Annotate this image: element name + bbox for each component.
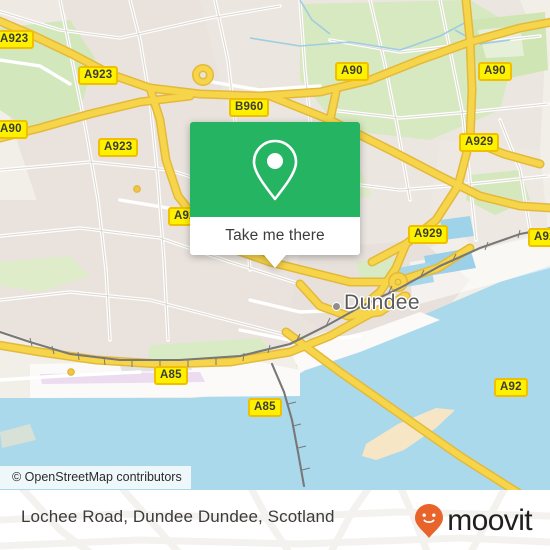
osm-attribution[interactable]: © OpenStreetMap contributors <box>0 466 191 489</box>
road-shield-a923-nw: A923 <box>0 30 35 49</box>
road-shield-a92-east: A92 <box>528 228 550 247</box>
place-title: Lochee Road, Dundee Dundee, Scotland <box>21 507 335 526</box>
road-shield-a92-bridge: A92 <box>494 378 528 397</box>
city-label-dundee: Dundee <box>344 291 420 314</box>
take-me-there-label: Take me there <box>225 227 325 244</box>
callout-pointer-tail <box>264 255 286 268</box>
moovit-pin-icon <box>415 504 444 538</box>
callout-icon-area <box>190 122 360 217</box>
road-shield-a923-mid: A923 <box>98 138 139 157</box>
moovit-logo[interactable]: moovit <box>414 503 533 539</box>
road-shield-a90-north: A90 <box>335 62 369 81</box>
moovit-wordmark: moovit <box>447 504 532 537</box>
road-shield-a85-west: A85 <box>154 366 188 385</box>
city-marker-dot <box>332 302 341 311</box>
road-shield-a929-city: A929 <box>408 225 449 244</box>
location-callout-card[interactable]: Take me there <box>190 122 360 268</box>
map-canvas[interactable]: A923 A923 A923 A90 A90 A90 B960 A929 A92… <box>0 0 550 490</box>
take-me-there-button[interactable]: Take me there <box>190 217 360 255</box>
road-shield-a923-top: A923 <box>78 66 119 85</box>
road-shield-b960: B960 <box>229 98 270 117</box>
road-shield-a90-ne: A90 <box>478 62 512 81</box>
map-page: A923 A923 A923 A90 A90 A90 B960 A929 A92… <box>0 0 550 550</box>
road-shield-a90-west: A90 <box>0 120 28 139</box>
road-shield-a85-east: A85 <box>248 398 282 417</box>
map-pin-icon <box>252 139 298 200</box>
road-shield-a929-ne: A929 <box>459 133 500 152</box>
footer-bar: Lochee Road, Dundee Dundee, Scotland moo… <box>0 490 550 550</box>
